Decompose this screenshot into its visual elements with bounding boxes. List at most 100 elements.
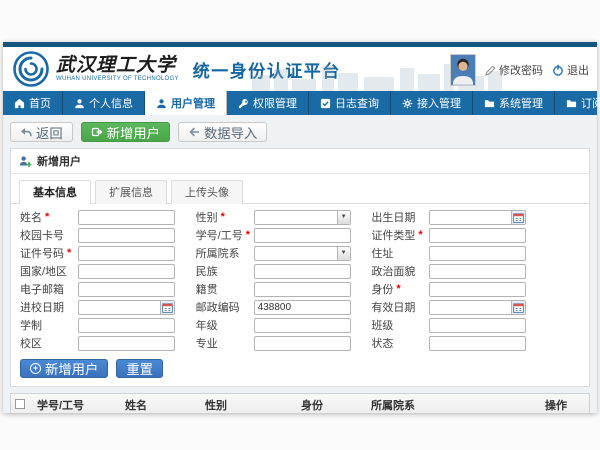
nav-item-label: 首页: [29, 95, 51, 111]
toolbar-add-user-button[interactable]: 新增用户: [81, 122, 170, 142]
nav-item-8[interactable]: 订阅管理: [555, 91, 600, 115]
field-label: 班级 *: [371, 317, 429, 333]
form-field: 进校日期 *: [20, 299, 196, 315]
field-label: 年级 *: [196, 317, 254, 333]
field-input[interactable]: [429, 246, 526, 261]
field-input[interactable]: [429, 282, 526, 297]
table-column-header: 所属院系: [367, 394, 541, 413]
field-input[interactable]: [429, 228, 526, 243]
field-label: 邮政编码 *: [196, 299, 254, 315]
plus-circle-icon: +: [30, 363, 41, 374]
calendar-icon[interactable]: [160, 301, 174, 314]
tab-1[interactable]: 基本信息: [19, 180, 91, 204]
form-field: 专业 *: [196, 335, 372, 351]
nav-item-1[interactable]: 首页: [3, 91, 63, 115]
field-input[interactable]: [78, 282, 175, 297]
back-arrow-icon: [20, 126, 32, 138]
dropdown-arrow-icon[interactable]: ▼: [337, 247, 350, 260]
back-button[interactable]: 返回: [10, 122, 73, 142]
dropdown-arrow-icon[interactable]: ▼: [337, 211, 350, 224]
basic-info-form: 姓名 * 性别 * ▼ 出生日期 * 校园卡号 * 学号/工号: [11, 204, 589, 354]
select-all-checkbox[interactable]: [15, 399, 25, 409]
tab-strip: 基本信息 扩展信息 上传头像: [11, 174, 589, 204]
tab-3[interactable]: 上传头像: [171, 180, 243, 204]
field-input[interactable]: [254, 300, 351, 315]
form-field: 性别 * ▼: [196, 209, 372, 225]
nav-item-3[interactable]: 用户管理: [145, 91, 227, 115]
form-field: 住址 *: [371, 245, 547, 261]
folder-icon: [484, 98, 495, 109]
content-area: 返回 新增用户 数据导入 新增用户 基本信息 扩展信息: [3, 115, 597, 413]
pencil-icon: [485, 65, 496, 76]
user-icon: [156, 98, 167, 109]
change-password-link[interactable]: 修改密码: [485, 62, 543, 78]
nav-item-label: 个人信息: [89, 95, 133, 111]
folder-icon: [566, 98, 577, 109]
form-field: 校区 *: [20, 335, 196, 351]
field-input[interactable]: [254, 228, 351, 243]
field-input[interactable]: [254, 318, 351, 333]
field-label: 姓名 *: [20, 209, 78, 225]
field-input[interactable]: [78, 318, 175, 333]
nav-item-label: 日志查询: [335, 95, 379, 111]
form-field: 证件号码 *: [20, 245, 196, 261]
field-label: 有效日期 *: [371, 299, 429, 315]
table-column-header: 性别: [201, 394, 297, 413]
form-field: 所属院系 * ▼: [196, 245, 372, 261]
field-input[interactable]: [254, 336, 351, 351]
nav-item-7[interactable]: 系统管理: [473, 91, 555, 115]
field-input[interactable]: [78, 210, 175, 225]
university-name-cn: 武汉理工大学: [56, 56, 179, 76]
power-icon: [552, 64, 564, 76]
field-input[interactable]: [78, 228, 175, 243]
submit-add-user-button[interactable]: + 新增用户: [20, 359, 108, 378]
form-actions: + 新增用户 重置: [11, 354, 589, 386]
field-input[interactable]: [429, 336, 526, 351]
field-label: 学制 *: [20, 317, 78, 333]
nav-item-4[interactable]: 权限管理: [227, 91, 309, 115]
header: 武汉理工大学 WUHAN UNIVERSITY OF TECHNOLOGY 统一…: [3, 47, 597, 91]
nav-item-2[interactable]: 个人信息: [63, 91, 145, 115]
required-asterisk: *: [246, 229, 250, 241]
field-label: 国家/地区 *: [20, 263, 78, 279]
form-field: 出生日期 *: [371, 209, 547, 225]
field-label: 身份 *: [371, 281, 429, 297]
field-input[interactable]: [78, 246, 175, 261]
field-input[interactable]: [429, 318, 526, 333]
form-field: 民族 *: [196, 263, 372, 279]
form-field: 邮政编码 *: [196, 299, 372, 315]
form-field: 班级 *: [371, 317, 547, 333]
key-icon: [238, 98, 249, 109]
nav-item-6[interactable]: 接入管理: [391, 91, 473, 115]
required-asterisk: *: [45, 211, 49, 223]
calendar-icon[interactable]: [511, 211, 525, 224]
field-label: 学号/工号 *: [196, 227, 254, 243]
app-window: 武汉理工大学 WUHAN UNIVERSITY OF TECHNOLOGY 统一…: [3, 42, 597, 413]
nav-item-5[interactable]: 日志查询: [309, 91, 391, 115]
tab-2[interactable]: 扩展信息: [95, 180, 167, 204]
required-asterisk: *: [418, 229, 422, 241]
table-header-row: 学号/工号姓名性别身份所属院系操作: [11, 394, 589, 413]
left-arrow-icon: [188, 126, 200, 138]
nav-bar: 首页 个人信息 用户管理 权限管理 日志查询 接入管理 系统管理 订阅管理: [3, 91, 597, 115]
nav-item-label: 用户管理: [171, 95, 215, 111]
field-input[interactable]: [254, 282, 351, 297]
field-input[interactable]: [429, 264, 526, 279]
user-avatar[interactable]: [450, 54, 476, 86]
form-field: 校园卡号 *: [20, 227, 196, 243]
field-label: 校区 *: [20, 335, 78, 351]
user-plus-icon: [19, 155, 32, 168]
field-input[interactable]: [254, 264, 351, 279]
toolbar: 返回 新增用户 数据导入: [10, 122, 590, 142]
nav-item-label: 接入管理: [417, 95, 461, 111]
field-input[interactable]: [78, 264, 175, 279]
field-input[interactable]: [78, 336, 175, 351]
university-block: 武汉理工大学 WUHAN UNIVERSITY OF TECHNOLOGY: [56, 56, 179, 82]
data-import-button[interactable]: 数据导入: [178, 122, 267, 142]
calendar-icon[interactable]: [511, 301, 525, 314]
form-field: 状态 *: [371, 335, 547, 351]
logout-link[interactable]: 退出: [552, 62, 589, 78]
reset-button[interactable]: 重置: [116, 359, 163, 378]
home-icon: [14, 98, 25, 109]
form-field: 有效日期 *: [371, 299, 547, 315]
